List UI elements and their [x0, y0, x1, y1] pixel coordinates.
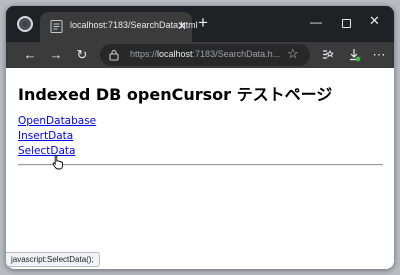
- new-tab-button[interactable]: +: [198, 14, 208, 32]
- divider: [18, 164, 383, 166]
- tab-strip: localhost:7183/SearchData.html ✕ + — ✕: [6, 6, 394, 42]
- star-icon[interactable]: ☆: [287, 46, 299, 62]
- insert-data-link[interactable]: InsertData: [18, 130, 73, 142]
- select-data-link[interactable]: SelectData: [18, 145, 75, 157]
- page-content: Indexed DB openCursor テストページ OpenDatabas…: [6, 68, 394, 269]
- browser-app-icon[interactable]: [17, 16, 33, 32]
- lock-icon[interactable]: [108, 49, 120, 61]
- url-text[interactable]: https://localhost:7183/SearchData.h...: [130, 49, 280, 59]
- toolbar: ← → ↻ https://localhost:7183/SearchData.…: [6, 42, 394, 68]
- open-database-link[interactable]: OpenDatabase: [18, 115, 96, 127]
- close-window-button[interactable]: ✕: [369, 13, 380, 29]
- forward-button[interactable]: →: [48, 46, 64, 64]
- minimize-button[interactable]: —: [310, 15, 322, 29]
- status-bar: javascript:SelectData();: [6, 252, 100, 267]
- tab-searchdata[interactable]: localhost:7183/SearchData.html ✕: [40, 12, 198, 42]
- address-bar[interactable]: https://localhost:7183/SearchData.h... ☆: [100, 44, 310, 66]
- back-button[interactable]: ←: [22, 46, 38, 64]
- downloads-icon[interactable]: [347, 47, 361, 63]
- reload-button[interactable]: ↻: [74, 46, 90, 64]
- page-title: Indexed DB openCursor テストページ: [18, 85, 333, 104]
- hand-cursor-icon: [52, 154, 63, 170]
- maximize-button[interactable]: [342, 19, 351, 28]
- page-favicon: [50, 20, 63, 33]
- close-tab-icon[interactable]: ✕: [177, 18, 187, 34]
- browser-window: localhost:7183/SearchData.html ✕ + — ✕ ←…: [6, 6, 394, 269]
- more-menu-button[interactable]: ⋯: [371, 46, 387, 64]
- collections-icon[interactable]: [320, 48, 334, 62]
